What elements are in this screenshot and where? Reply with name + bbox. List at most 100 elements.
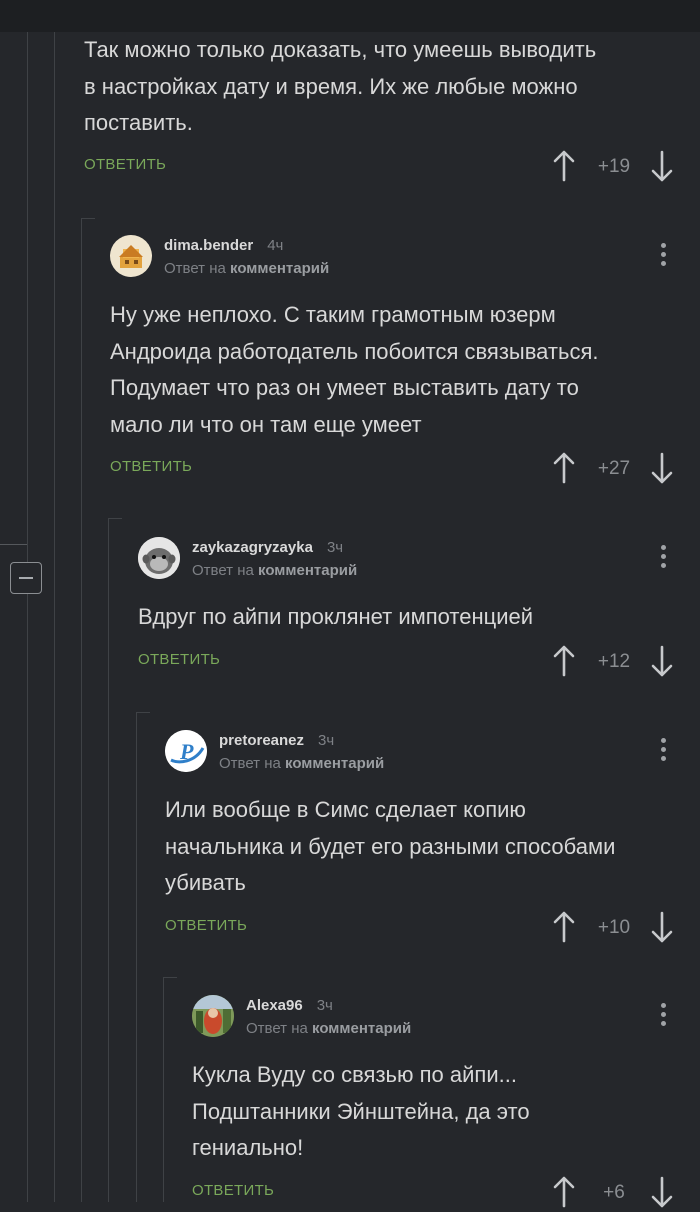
comment-text-line: Так можно только доказать, что умеешь вы… <box>84 37 597 62</box>
comment-text: Вдруг по айпи проклянет импотенцией <box>138 599 533 636</box>
comment-text-line: гениально! <box>192 1135 304 1160</box>
reply-to-line: Ответ на комментарий <box>164 260 329 277</box>
comment-text-line: Кукла Вуду со связью по айпи... <box>192 1062 517 1087</box>
upvote-arrow-icon[interactable] <box>552 645 576 677</box>
comment-text-line: Подумает что раз он умеет выставить дату… <box>110 375 579 400</box>
author-name-text: dima.bender <box>164 237 254 254</box>
house-avatar-icon[interactable] <box>110 235 152 277</box>
rating-value: +6 <box>603 1182 625 1203</box>
monkey-avatar-icon[interactable] <box>138 537 180 579</box>
upvote-arrow-icon[interactable] <box>552 911 576 943</box>
author-name-text: Alexa96 <box>246 997 303 1014</box>
author-name[interactable]: zaykazagryzayka 3ч <box>192 539 343 556</box>
reply-to-line: Ответ на комментарий <box>246 1020 411 1037</box>
comment-text-line: Андроида работодатель побоится связывать… <box>110 338 599 364</box>
reply-to-prefix: Ответ на <box>192 562 254 579</box>
downvote-arrow-icon[interactable] <box>650 1176 674 1208</box>
comment-actions: ОТВЕТИТЬ +27 <box>110 448 684 488</box>
author-name[interactable]: pretoreanez 3ч <box>219 732 334 749</box>
vote-controls: +19 <box>552 146 682 186</box>
thread-line[interactable] <box>54 32 55 1202</box>
thread-line[interactable] <box>27 32 28 1202</box>
comment-actions: ОТВЕТИТЬ +10 <box>165 907 684 947</box>
thread-connector <box>136 712 150 713</box>
comment-text: Кукла Вуду со связью по айпи... Подштанн… <box>192 1057 530 1167</box>
comment-time: 3ч <box>326 539 344 556</box>
reply-to-prefix: Ответ на <box>246 1020 308 1037</box>
thread-connector <box>108 518 122 519</box>
top-bar <box>0 0 700 32</box>
comment-text-line: поставить. <box>84 110 193 135</box>
comment-time: 3ч <box>316 997 333 1014</box>
comment-actions: ОТВЕТИТЬ +12 <box>138 641 684 681</box>
reply-button[interactable]: ОТВЕТИТЬ <box>84 156 166 173</box>
comment-text: Или вообще в Симс сделает копию начальни… <box>165 792 615 902</box>
reply-to-link[interactable]: комментарий <box>258 562 357 579</box>
comment-text: Ну уже неплохо. С таким грамотным юзерм … <box>110 297 598 443</box>
downvote-arrow-icon[interactable] <box>650 911 674 943</box>
comment-time: 3ч <box>318 732 335 749</box>
thread-line[interactable] <box>136 712 137 1202</box>
vote-controls: +6 <box>552 1172 682 1212</box>
downvote-arrow-icon[interactable] <box>650 150 674 182</box>
comment-header: P pretoreanez 3ч Ответ на комментарий <box>165 728 679 776</box>
author-name-text: pretoreanez <box>219 732 305 749</box>
comment-text-line: Вдруг по айпи проклянет импотенцией <box>138 604 534 629</box>
reply-to-line: Ответ на комментарий <box>192 562 357 579</box>
more-options-icon[interactable] <box>661 243 667 269</box>
thread-connector <box>81 218 95 219</box>
rating-value: +10 <box>597 917 631 938</box>
comment-actions: ОТВЕТИТЬ +6 <box>192 1172 684 1212</box>
comment-text-line: Подштанники Эйнштейна, да это <box>192 1098 530 1124</box>
letter-p-avatar-icon[interactable]: P <box>165 730 207 772</box>
reply-to-link[interactable]: комментарий <box>312 1020 411 1037</box>
vote-controls: +12 <box>552 641 682 681</box>
avatar-letter: P <box>179 739 194 764</box>
upvote-arrow-icon[interactable] <box>552 150 576 182</box>
thread-line[interactable] <box>163 977 164 1202</box>
reply-to-line: Ответ на комментарий <box>219 755 384 772</box>
author-name-text: zaykazagryzayka <box>192 539 313 556</box>
comment-header: Alexa96 3ч Ответ на комментарий <box>192 993 679 1041</box>
comment-text-line: Ну уже неплохо. С таким грамотным юзерм <box>110 302 556 327</box>
author-name[interactable]: Alexa96 3ч <box>246 997 333 1014</box>
minus-icon <box>19 577 33 579</box>
collapse-thread-button[interactable] <box>10 562 42 594</box>
comment-header: zaykazagryzayka 3ч Ответ на комментарий <box>138 535 678 583</box>
thread-line[interactable] <box>108 518 109 1202</box>
photo-avatar-icon[interactable] <box>192 995 234 1037</box>
rating-value: +12 <box>597 651 631 672</box>
rating-value: +27 <box>597 458 631 479</box>
vote-controls: +10 <box>552 907 682 947</box>
comment-text: Так можно только доказать, что умеешь вы… <box>84 32 596 142</box>
reply-button[interactable]: ОТВЕТИТЬ <box>110 458 192 475</box>
upvote-arrow-icon[interactable] <box>552 452 576 484</box>
vote-controls: +27 <box>552 448 682 488</box>
comment-text-line: убивать <box>165 870 246 895</box>
reply-to-prefix: Ответ на <box>219 755 281 772</box>
comment-actions: ОТВЕТИТЬ +19 <box>84 146 684 186</box>
comment-time: 4ч <box>267 237 284 254</box>
comment-header: dima.bender 4ч Ответ на комментарий <box>110 233 680 281</box>
reply-button[interactable]: ОТВЕТИТЬ <box>138 651 220 668</box>
reply-to-link[interactable]: комментарий <box>230 260 329 277</box>
thread-connector <box>0 544 27 545</box>
comment-text-line: начальника и будет его разными способами <box>165 833 616 859</box>
downvote-arrow-icon[interactable] <box>650 452 674 484</box>
rating-value: +19 <box>597 156 631 177</box>
reply-button[interactable]: ОТВЕТИТЬ <box>192 1182 274 1199</box>
downvote-arrow-icon[interactable] <box>650 645 674 677</box>
thread-connector <box>163 977 177 978</box>
author-name[interactable]: dima.bender 4ч <box>164 237 283 254</box>
comment-text-line: Или вообще в Симс сделает копию <box>165 797 526 822</box>
comment-text-line: в настройках дату и время. Их же любые м… <box>84 73 578 99</box>
comment-text-line: мало ли что он там еще умеет <box>110 411 422 437</box>
reply-to-prefix: Ответ на <box>164 260 226 277</box>
more-options-icon[interactable] <box>661 738 667 764</box>
more-options-icon[interactable] <box>661 1003 667 1029</box>
thread-line[interactable] <box>81 218 82 1202</box>
reply-button[interactable]: ОТВЕТИТЬ <box>165 917 247 934</box>
reply-to-link[interactable]: комментарий <box>285 755 384 772</box>
upvote-arrow-icon[interactable] <box>552 1176 576 1208</box>
more-options-icon[interactable] <box>661 545 667 571</box>
